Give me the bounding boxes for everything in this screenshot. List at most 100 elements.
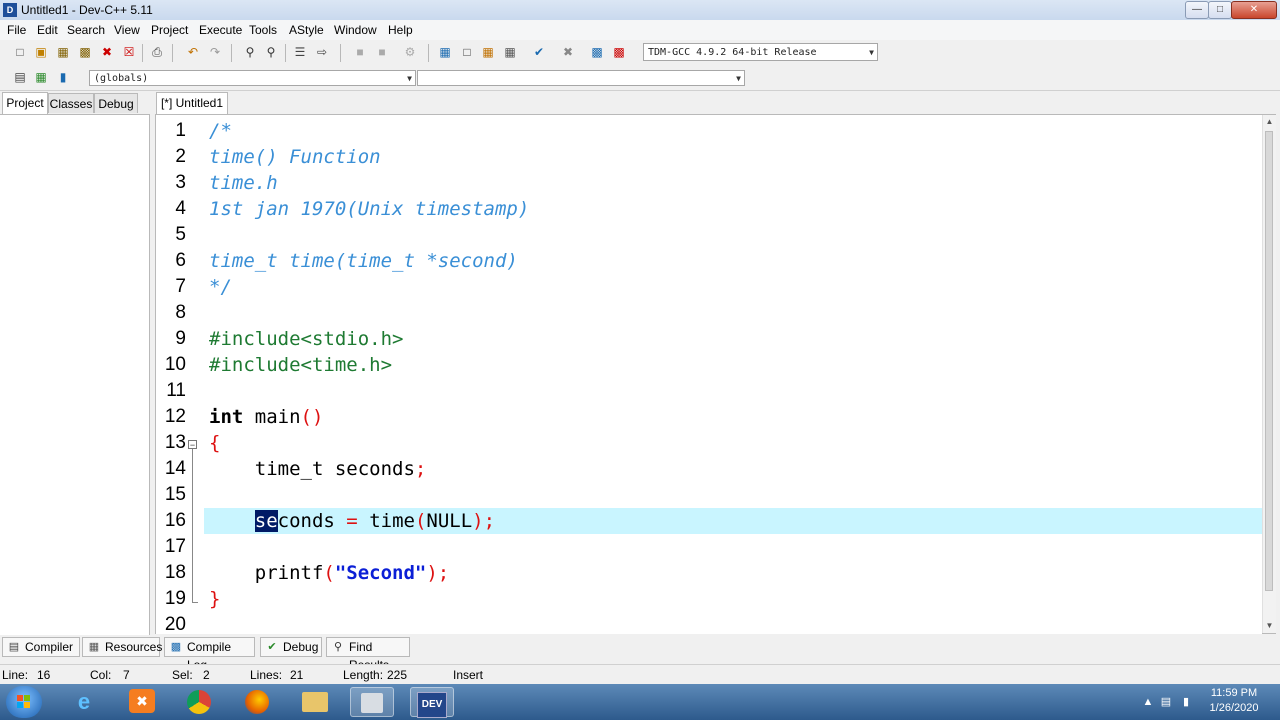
line-number: 5 bbox=[175, 224, 186, 245]
close-button[interactable]: ✕ bbox=[1231, 1, 1277, 19]
menu-edit[interactable]: Edit bbox=[37, 23, 58, 37]
maximize-button[interactable]: □ bbox=[1208, 1, 1232, 19]
preprocessor-text: #include<time.h> bbox=[209, 354, 393, 376]
tab-compiler[interactable]: ▤ Compiler bbox=[2, 637, 80, 657]
compile-log-icon: ▩ bbox=[170, 641, 182, 653]
devcpp-taskbar-icon[interactable]: DEV bbox=[410, 687, 454, 718]
debug-icon: ✔ bbox=[267, 641, 277, 653]
menu-view[interactable]: View bbox=[114, 23, 140, 37]
close-all-icon[interactable]: ☒ bbox=[121, 44, 137, 60]
menu-astyle[interactable]: AStyle bbox=[289, 23, 324, 37]
line-number: 11 bbox=[166, 380, 186, 401]
menu-tools[interactable]: Tools bbox=[249, 23, 277, 37]
close-file-icon[interactable]: ✖ bbox=[99, 44, 115, 60]
new-file-icon[interactable]: □ bbox=[12, 44, 28, 60]
toolbar-separator bbox=[340, 44, 341, 62]
status-col-value: 7 bbox=[123, 668, 130, 682]
check-syntax-icon[interactable]: ✔ bbox=[531, 44, 547, 60]
tab-resources[interactable]: ▦ Resources bbox=[82, 637, 162, 657]
firefox-icon[interactable] bbox=[235, 687, 279, 717]
tab-compile-log[interactable]: ▩ Compile Log bbox=[164, 637, 255, 672]
goto-line-icon[interactable]: ⇨ bbox=[314, 44, 330, 60]
toolbar-separator bbox=[428, 44, 429, 62]
print-icon[interactable]: ⎙ bbox=[149, 44, 165, 60]
system-clock[interactable]: 11:59 PM 1/26/2020 bbox=[1202, 686, 1266, 716]
tab-debug-output[interactable]: ✔ Debug bbox=[260, 637, 322, 657]
scope-select[interactable]: (globals) ▼ bbox=[89, 70, 416, 86]
undo-icon[interactable]: ↶ bbox=[185, 44, 201, 60]
status-length-value: 225 bbox=[387, 668, 408, 682]
run-icon[interactable]: □ bbox=[459, 44, 475, 60]
string-literal: "Second" bbox=[334, 562, 427, 584]
editor-tab-untitled1[interactable]: [*] Untitled1 bbox=[156, 92, 228, 114]
fold-toggle-icon[interactable]: − bbox=[188, 440, 197, 450]
line-number: 9 bbox=[175, 328, 186, 349]
add-to-project-icon[interactable]: ■ bbox=[352, 44, 368, 60]
tab-compiler-label: Compiler bbox=[25, 640, 74, 654]
tab-find-results[interactable]: ⚲ Find Results bbox=[326, 637, 410, 672]
menu-project[interactable]: Project bbox=[151, 23, 188, 37]
menu-execute[interactable]: Execute bbox=[199, 23, 242, 37]
menu-file[interactable]: File bbox=[7, 23, 26, 37]
line-number: 19 bbox=[164, 588, 186, 609]
save-icon[interactable]: ▦ bbox=[55, 44, 71, 60]
scrollbar-thumb[interactable] bbox=[1265, 131, 1273, 591]
project-tree[interactable] bbox=[0, 114, 150, 635]
media-player-icon[interactable] bbox=[350, 687, 394, 717]
insert-icon[interactable]: ▤ bbox=[12, 69, 28, 85]
menu-search[interactable]: Search bbox=[67, 23, 105, 37]
line-number: 3 bbox=[175, 172, 186, 193]
menu-help[interactable]: Help bbox=[388, 23, 413, 37]
code-line-18: printf("Second"); bbox=[204, 560, 1262, 586]
delete-profile-icon[interactable]: ▩ bbox=[611, 44, 627, 60]
scroll-up-icon[interactable]: ▲ bbox=[1263, 115, 1276, 129]
text-selection: se bbox=[254, 510, 278, 532]
redo-icon[interactable]: ↷ bbox=[207, 44, 223, 60]
start-button[interactable] bbox=[6, 686, 42, 718]
compile-icon[interactable]: ▦ bbox=[437, 44, 453, 60]
toolbar-separator bbox=[285, 44, 286, 62]
status-lines-label: Lines: bbox=[250, 668, 283, 682]
keyword-text: int bbox=[209, 406, 244, 428]
symbol-select[interactable]: ▼ bbox=[417, 70, 745, 86]
code-text: NULL bbox=[426, 510, 473, 532]
paren-text: ); bbox=[426, 562, 450, 584]
replace-icon[interactable]: ⚲ bbox=[263, 44, 279, 60]
stop-execution-icon[interactable]: ✖ bbox=[560, 44, 576, 60]
network-icon[interactable]: ▤ bbox=[1158, 694, 1174, 710]
find-icon[interactable]: ⚲ bbox=[242, 44, 258, 60]
bookmark-icon[interactable]: ▮ bbox=[55, 69, 71, 85]
project-options-icon[interactable]: ⚙ bbox=[402, 44, 418, 60]
goto-icon[interactable]: ▦ bbox=[33, 69, 49, 85]
file-explorer-icon[interactable] bbox=[293, 687, 337, 717]
rebuild-all-icon[interactable]: ▦ bbox=[502, 44, 518, 60]
save-all-icon[interactable]: ▩ bbox=[77, 44, 93, 60]
power-icon[interactable]: ▮ bbox=[1178, 694, 1194, 710]
tab-project[interactable]: Project bbox=[2, 92, 48, 114]
tab-debug[interactable]: Debug bbox=[94, 93, 138, 113]
open-file-icon[interactable]: ▣ bbox=[33, 44, 49, 60]
title-bar: D Untitled1 - Dev-C++ 5.11 — □ ✕ bbox=[0, 0, 1280, 21]
code-text: time bbox=[357, 510, 415, 532]
line-number: 14 bbox=[164, 458, 186, 479]
minimize-button[interactable]: — bbox=[1185, 1, 1209, 19]
profile-icon[interactable]: ▩ bbox=[589, 44, 605, 60]
editor-vertical-scrollbar[interactable]: ▲ ▼ bbox=[1262, 115, 1276, 633]
bottom-panel-tabs: ▤ Compiler ▦ Resources ▩ Compile Log ✔ D… bbox=[0, 636, 1280, 672]
xampp-icon[interactable]: ✖ bbox=[120, 687, 164, 717]
chrome-icon[interactable] bbox=[177, 687, 221, 717]
fold-guide-end bbox=[192, 602, 198, 603]
compiler-select[interactable]: TDM-GCC 4.9.2 64-bit Release ▼ bbox=[643, 43, 878, 61]
code-editor[interactable]: /* time() Function time.h 1st jan 1970(U… bbox=[204, 118, 1262, 634]
line-number: 2 bbox=[175, 146, 186, 167]
internet-explorer-icon[interactable]: e bbox=[62, 687, 106, 717]
line-number: 15 bbox=[164, 484, 186, 505]
tray-arrow-icon[interactable]: ▲ bbox=[1140, 694, 1156, 710]
menu-window[interactable]: Window bbox=[334, 23, 377, 37]
scroll-down-icon[interactable]: ▼ bbox=[1263, 619, 1276, 633]
tab-debug-label: Debug bbox=[283, 640, 319, 654]
remove-from-project-icon[interactable]: ■ bbox=[374, 44, 390, 60]
tab-classes[interactable]: Classes bbox=[48, 93, 94, 113]
compile-run-icon[interactable]: ▦ bbox=[480, 44, 496, 60]
indent-icon[interactable]: ☰ bbox=[292, 44, 308, 60]
